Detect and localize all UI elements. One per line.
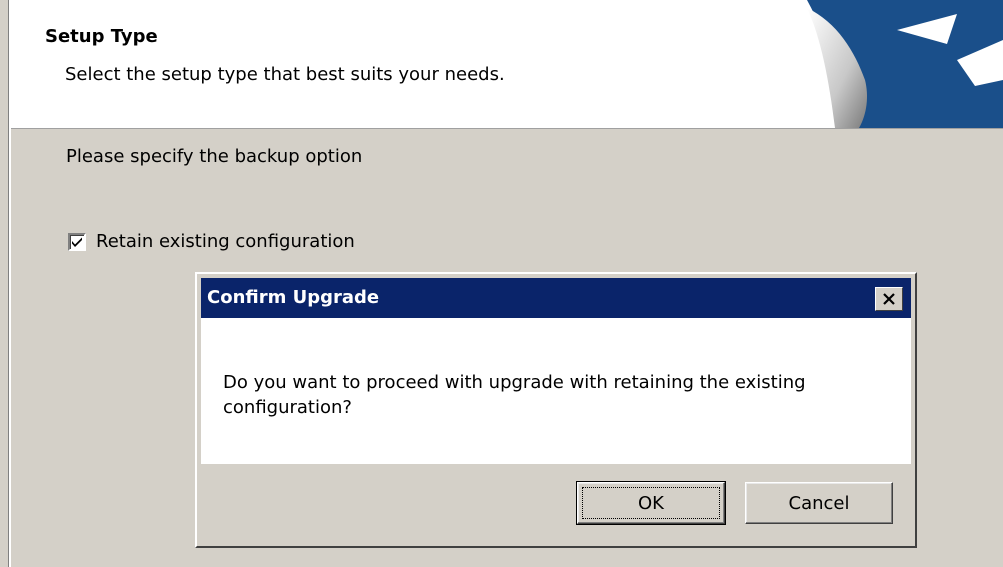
dialog-message-area: Do you want to proceed with upgrade with… <box>201 318 911 464</box>
cancel-button[interactable]: Cancel <box>745 482 893 524</box>
dialog-message: Do you want to proceed with upgrade with… <box>223 372 806 418</box>
retain-config-label: Retain existing configuration <box>96 231 355 252</box>
retain-config-option[interactable]: Retain existing configuration <box>68 231 355 252</box>
backup-option-label: Please specify the backup option <box>66 146 363 167</box>
close-button[interactable] <box>875 287 903 311</box>
close-icon <box>883 293 895 305</box>
header-banner: Setup Type Select the setup type that be… <box>11 0 1003 129</box>
page-subtitle: Select the setup type that best suits yo… <box>65 64 505 85</box>
focus-rectangle <box>582 487 720 519</box>
cancel-button-label: Cancel <box>788 492 850 514</box>
retain-config-checkbox[interactable] <box>68 232 86 251</box>
confirm-upgrade-dialog: Confirm Upgrade Do you want to proceed w… <box>195 272 917 548</box>
setup-wizard-window: Setup Type Select the setup type that be… <box>0 0 1003 567</box>
dialog-titlebar[interactable]: Confirm Upgrade <box>201 278 911 318</box>
dialog-title: Confirm Upgrade <box>207 287 380 308</box>
installer-logo-icon <box>807 0 1003 128</box>
page-title: Setup Type <box>45 26 158 47</box>
ok-button[interactable]: OK <box>576 481 726 525</box>
checkmark-icon <box>72 237 82 247</box>
